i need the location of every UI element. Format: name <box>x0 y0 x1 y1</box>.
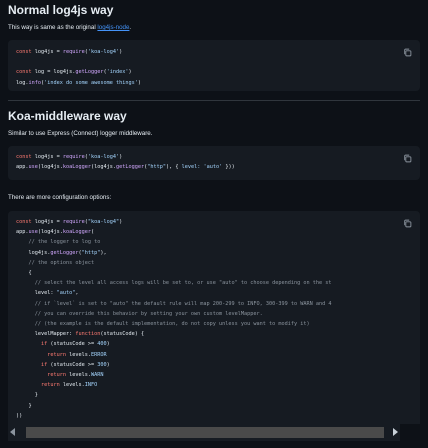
code-line: level: "auto", <box>16 290 79 297</box>
code-line: { <box>16 270 32 277</box>
code-comment: // if `level` is set to "auto" the defau… <box>16 300 332 307</box>
code-line: if (statusCode >= 400) <box>41 341 110 348</box>
code-line: )) <box>16 412 23 419</box>
code-block-normal: const log4js = require('koa-log4') const… <box>8 40 420 91</box>
horizontal-scrollbar[interactable] <box>8 424 400 441</box>
copy-icon[interactable] <box>403 154 412 163</box>
code-comment: // you can override this behavior by set… <box>16 310 263 317</box>
chevron-left-icon[interactable] <box>10 428 15 436</box>
copy-icon[interactable] <box>403 48 412 57</box>
code-line: return levels.WARN <box>47 372 104 379</box>
chevron-right-icon[interactable] <box>393 428 398 436</box>
code-line: } <box>16 402 32 409</box>
code-comment: // the options object <box>16 259 95 266</box>
section-divider <box>8 100 420 101</box>
code-line: if (statusCode >= 300) <box>41 361 110 368</box>
code-block-koa: const log4js = require('koa-log4') app.u… <box>8 146 420 180</box>
code-comment: // select the level all access logs will… <box>16 280 332 287</box>
log4js-node-link[interactable]: log4js-node <box>97 24 129 31</box>
koa-description: Similar to use Express (Connect) logger … <box>8 130 153 137</box>
code-block-options: const log4js = require("koa-log4") app.u… <box>8 211 420 424</box>
code-koa: const log4js = require('koa-log4') app.u… <box>16 152 235 172</box>
scrollbar-thumb[interactable] <box>26 427 384 438</box>
code-line: const log4js = require('koa-log4') <box>16 49 123 55</box>
code-line: } <box>16 392 38 399</box>
code-comment: // (the example is the default implement… <box>16 321 310 328</box>
normal-description: This way is same as the original log4js-… <box>8 24 132 31</box>
code-line: log.info('index do some awesome things') <box>16 79 141 86</box>
code-line: const log = log4js.getLogger('index') <box>16 69 132 76</box>
copy-icon[interactable] <box>403 219 412 228</box>
code-normal: const log4js = require('koa-log4') const… <box>16 47 141 88</box>
more-options-description: There are more configuration options: <box>8 194 112 201</box>
heading-normal-log4js: Normal log4js way <box>8 3 114 17</box>
code-line: const log4js = require('koa-log4') <box>16 154 123 160</box>
code-line: app.use(log4js.koaLogger( <box>16 229 95 236</box>
code-line: levelMapper: function(statusCode) { <box>16 331 145 338</box>
code-line: log4js.getLogger("http"), <box>16 249 107 256</box>
code-comment: // the logger to log to <box>16 239 101 246</box>
code-line: return levels.ERROR <box>47 351 107 358</box>
code-options: const log4js = require("koa-log4") app.u… <box>16 217 331 421</box>
code-line: return levels.INFO <box>41 382 98 389</box>
code-line: app.use(log4js.koaLogger(log4js.getLogge… <box>16 164 235 171</box>
heading-koa-middleware: Koa-middleware way <box>8 109 127 123</box>
code-line: const log4js = require("koa-log4") <box>16 219 123 225</box>
